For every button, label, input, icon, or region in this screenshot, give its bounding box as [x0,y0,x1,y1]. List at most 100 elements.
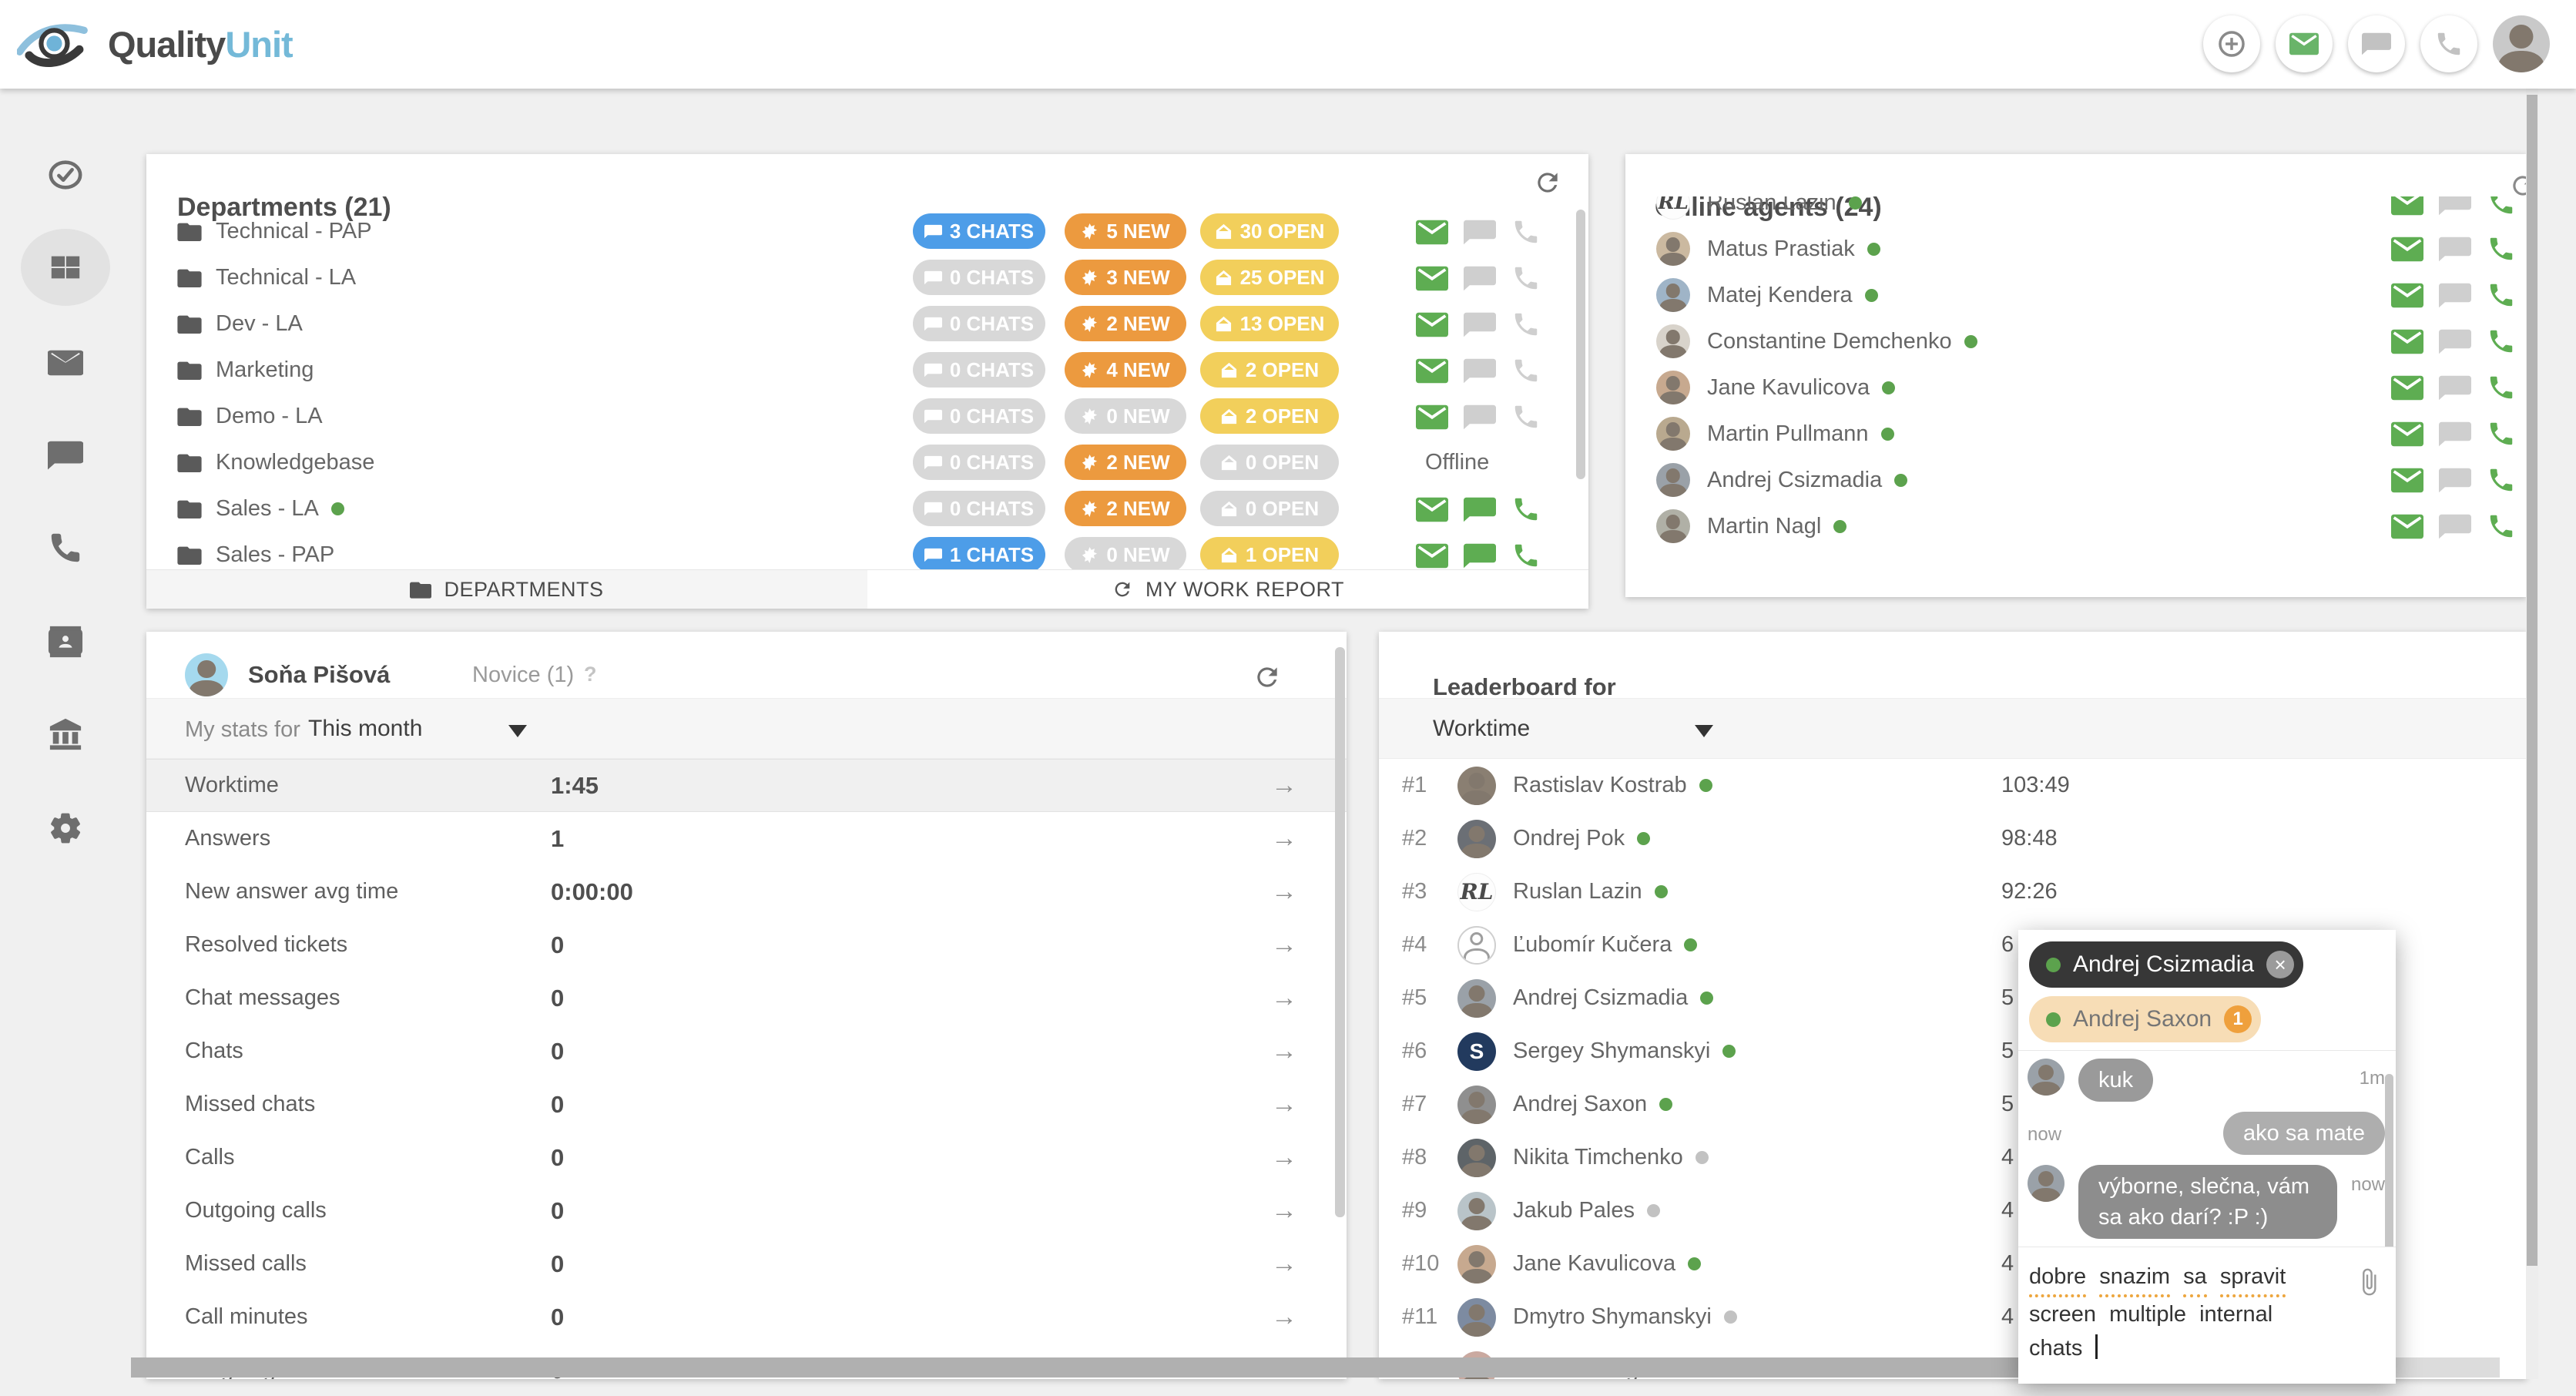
agent-row[interactable]: Matus Prastiak [1625,226,2527,272]
mail-icon[interactable] [1416,404,1448,430]
new-tickets-chip[interactable]: 3 NEW [1065,260,1186,295]
phone-icon[interactable] [1511,356,1541,385]
stat-row[interactable]: Worktime 1:45 → [146,759,1347,812]
chat-icon[interactable] [2439,421,2471,447]
chat-icon[interactable] [1464,543,1496,569]
sidebar-item-chats[interactable] [0,435,131,475]
agent-row[interactable]: Jane Kavulicova [1625,364,2527,411]
chats-button[interactable] [2348,15,2405,72]
agent-row[interactable]: RL Ruslan Lazin [1625,196,2527,226]
department-row[interactable]: Technical - PAP 3 CHATS 5 NEW 30 OPEN [146,208,1588,254]
chat-icon[interactable] [2439,375,2471,401]
stat-row[interactable]: Resolved tickets 0 → [146,918,1347,971]
refresh-button[interactable] [1533,168,1562,197]
chat-icon[interactable] [1464,312,1496,337]
chat-icon[interactable] [2439,237,2471,262]
chats-chip[interactable]: 0 CHATS [913,398,1045,434]
help-icon[interactable]: ? [584,663,597,686]
mail-icon[interactable] [2391,329,2423,354]
chevron-down-icon[interactable] [1695,725,1713,737]
mail-icon[interactable] [2391,468,2423,493]
chat-icon[interactable] [1464,497,1496,522]
tab-departments[interactable]: DEPARTMENTS [146,570,867,609]
mail-icon[interactable] [2391,237,2423,262]
calls-button[interactable] [2420,15,2477,72]
agent-row[interactable]: Matej Kendera [1625,272,2527,318]
chats-chip[interactable]: 0 CHATS [913,260,1045,295]
mail-icon[interactable] [2391,283,2423,308]
chat-participant-chip[interactable]: Andrej Saxon 1 [2029,996,2261,1042]
mail-icon[interactable] [1416,497,1448,522]
tab-my-work-report[interactable]: MY WORK REPORT [867,570,1588,609]
chevron-down-icon[interactable] [508,725,527,737]
refresh-button[interactable] [1253,663,1282,692]
new-tickets-chip[interactable]: 5 NEW [1065,213,1186,249]
open-tickets-chip[interactable]: 13 OPEN [1200,306,1339,341]
department-row[interactable]: Dev - LA 0 CHATS 2 NEW 13 OPEN [146,300,1588,347]
phone-icon[interactable] [1511,495,1541,524]
department-row[interactable]: Marketing 0 CHATS 4 NEW 2 OPEN [146,347,1588,393]
chats-chip[interactable]: 0 CHATS [913,352,1045,388]
mail-icon[interactable] [2391,375,2423,401]
chat-icon[interactable] [2439,329,2471,354]
panel-scrollbar[interactable] [1576,210,1585,479]
open-tickets-chip[interactable]: 0 OPEN [1200,491,1339,526]
close-icon[interactable]: × [2266,951,2294,978]
phone-icon[interactable] [2487,234,2516,263]
stat-row[interactable]: Calls 0 → [146,1131,1347,1184]
chat-icon[interactable] [2439,283,2471,308]
phone-icon[interactable] [1511,541,1541,570]
phone-icon[interactable] [1511,310,1541,339]
new-tickets-chip[interactable]: 2 NEW [1065,491,1186,526]
chat-icon[interactable] [2439,468,2471,493]
open-tickets-chip[interactable]: 1 OPEN [1200,537,1339,570]
open-tickets-chip[interactable]: 30 OPEN [1200,213,1339,249]
mail-icon[interactable] [1416,312,1448,337]
open-tickets-chip[interactable]: 2 OPEN [1200,352,1339,388]
stat-row[interactable]: Outgoing calls 0 → [146,1184,1347,1237]
stat-row[interactable]: New answer avg time 0:00:00 → [146,865,1347,918]
agent-row[interactable]: Martin Pullmann [1625,411,2527,457]
mail-icon[interactable] [1416,266,1448,291]
mail-icon[interactable] [1416,543,1448,569]
chats-chip[interactable]: 0 CHATS [913,491,1045,526]
new-tickets-chip[interactable]: 0 NEW [1065,537,1186,570]
chat-icon[interactable] [1464,220,1496,245]
sidebar-item-resolve[interactable] [0,155,131,195]
phone-icon[interactable] [2487,327,2516,356]
department-row[interactable]: Technical - LA 0 CHATS 3 NEW 25 OPEN [146,254,1588,300]
new-tickets-chip[interactable]: 2 NEW [1065,445,1186,480]
open-tickets-chip[interactable]: 25 OPEN [1200,260,1339,295]
agent-row[interactable]: Martin Nagl [1625,503,2527,549]
agent-row[interactable]: Andrej Csizmadia [1625,457,2527,503]
chat-icon[interactable] [1464,358,1496,384]
chat-icon[interactable] [2439,514,2471,539]
stat-row[interactable]: Call minutes 0 → [146,1290,1347,1344]
mail-icon[interactable] [1416,220,1448,245]
stat-row[interactable]: Chat messages 0 → [146,971,1347,1025]
new-tickets-chip[interactable]: 0 NEW [1065,398,1186,434]
sidebar-item-billing[interactable] [0,714,131,754]
phone-icon[interactable] [2487,280,2516,310]
chat-input[interactable]: dobre snazim sa spravit screen multiple … [2018,1247,2396,1384]
mail-icon[interactable] [2391,421,2423,447]
department-row[interactable]: Knowledgebase 0 CHATS 2 NEW 0 OPEN [146,439,1588,485]
agent-row[interactable]: Constantine Demchenko [1625,318,2527,364]
emails-button[interactable] [2276,15,2333,72]
new-ticket-button[interactable] [2203,15,2260,72]
phone-icon[interactable] [2487,196,2516,217]
sidebar-item-settings[interactable] [0,808,131,848]
new-tickets-chip[interactable]: 2 NEW [1065,306,1186,341]
chat-icon[interactable] [2439,196,2471,216]
department-row[interactable]: Sales - LA 0 CHATS 2 NEW 0 OPEN [146,485,1588,532]
sidebar-item-calls[interactable] [0,528,131,568]
mail-icon[interactable] [1416,358,1448,384]
chats-chip[interactable]: 3 CHATS [913,213,1045,249]
vertical-scrollbar[interactable] [2526,89,2538,1379]
mail-icon[interactable] [2391,514,2423,539]
scrollbar-thumb[interactable] [2527,95,2537,1266]
phone-icon[interactable] [2487,465,2516,495]
phone-icon[interactable] [1511,402,1541,431]
attach-file-button[interactable] [2354,1267,2383,1307]
department-row[interactable]: Sales - PAP 1 CHATS 0 NEW 1 OPEN [146,532,1588,570]
